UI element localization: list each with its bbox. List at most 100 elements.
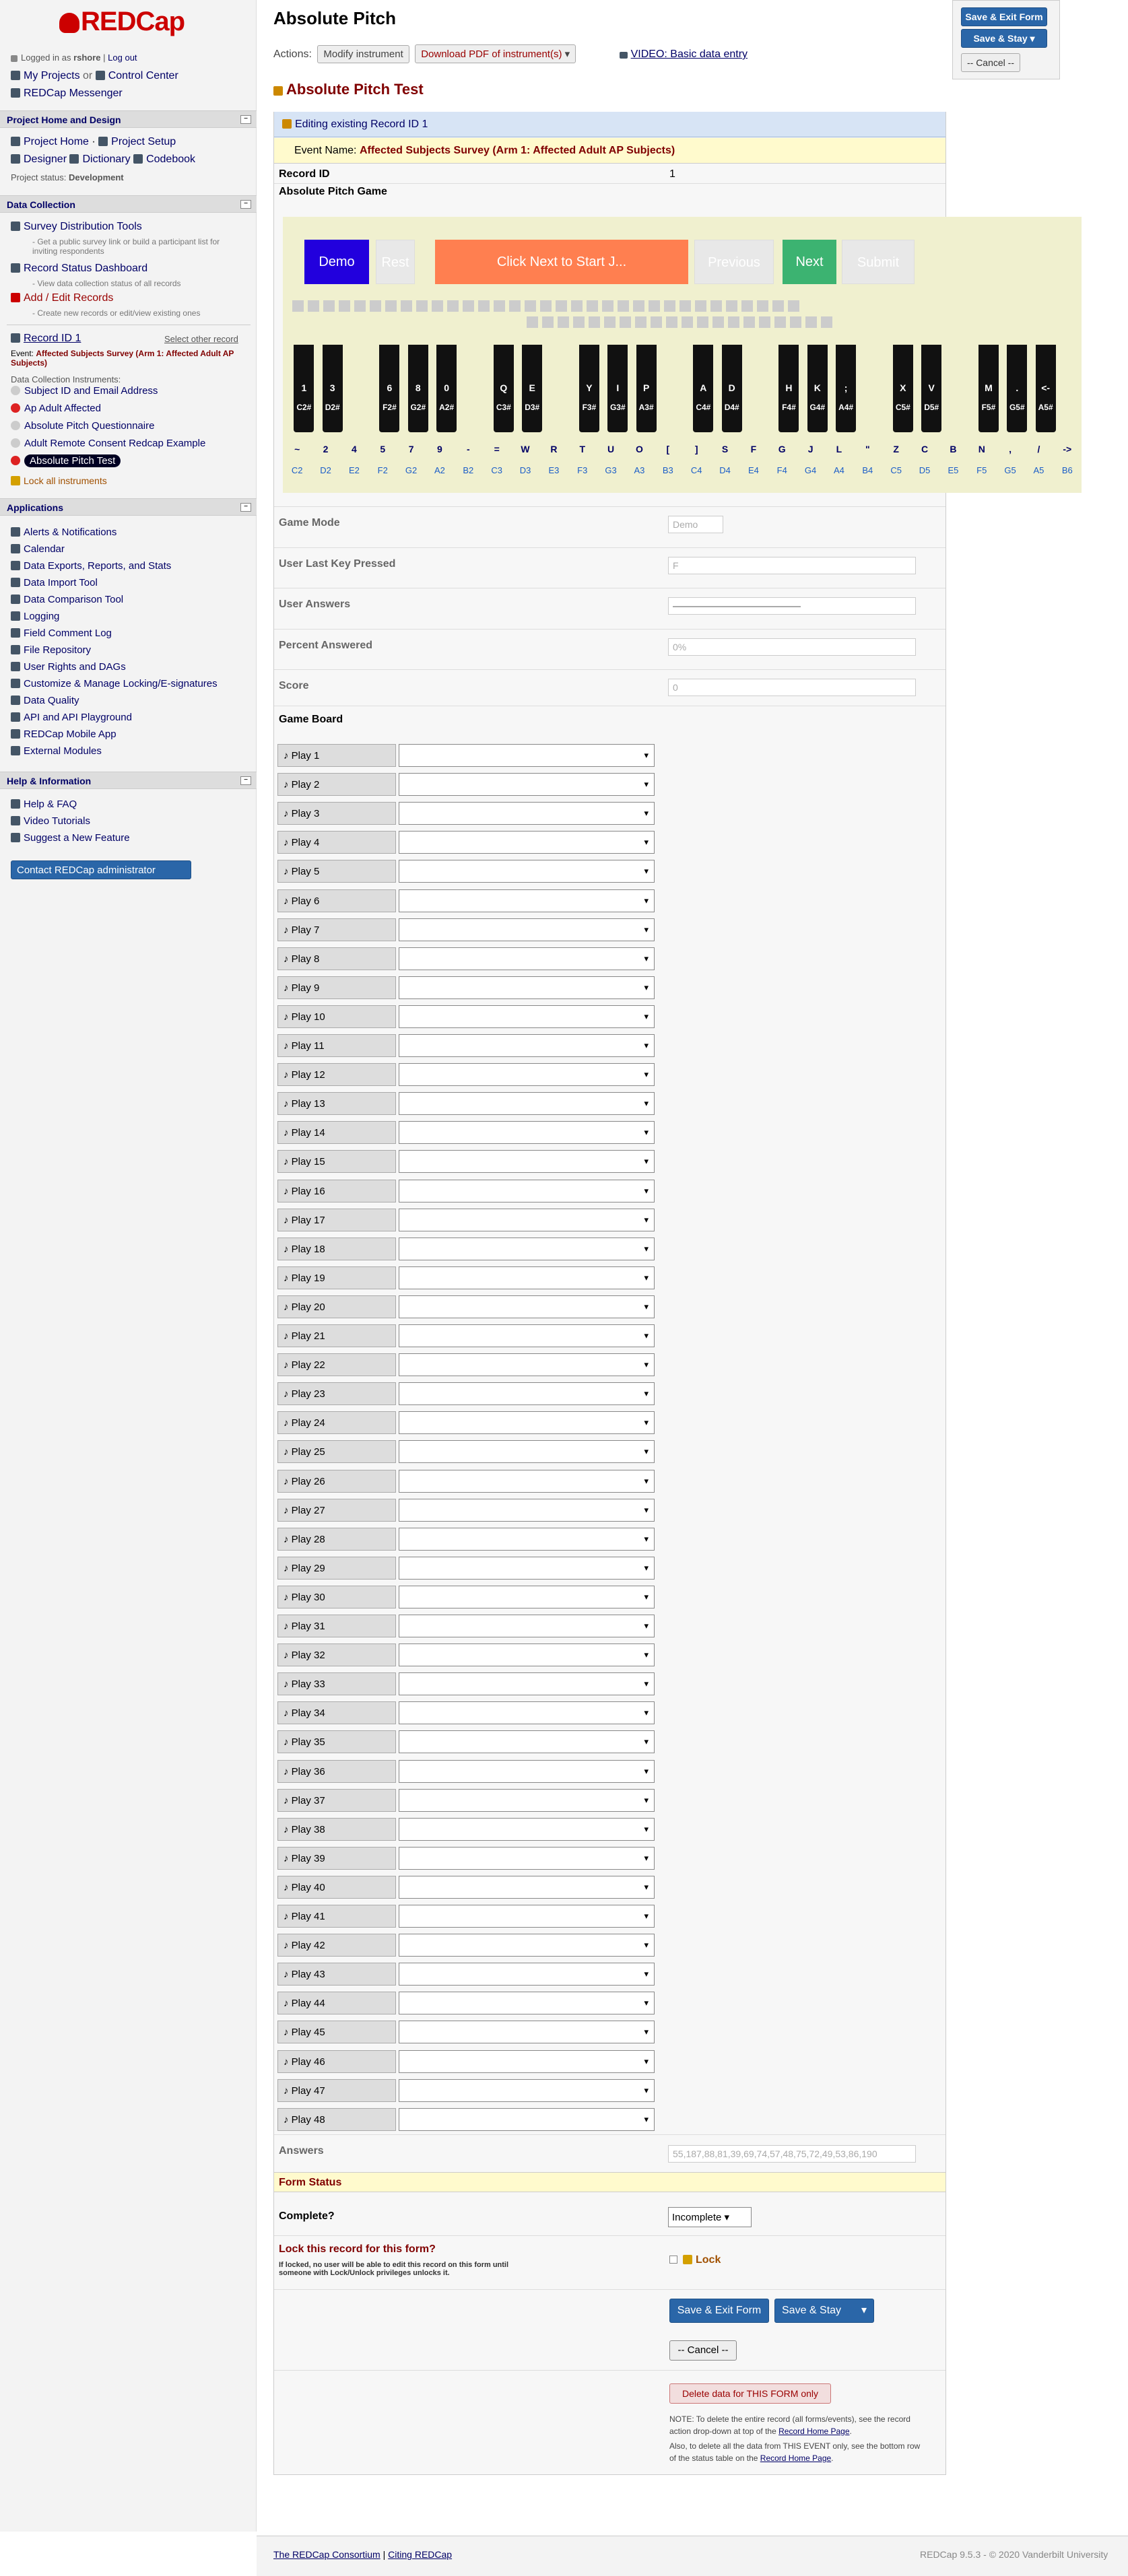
play-select[interactable]: ▾ [399,947,655,970]
play-select[interactable]: ▾ [399,1643,655,1667]
app-item[interactable]: Field Comment Log [11,628,112,639]
white-key-label[interactable]: B [948,444,958,454]
app-item[interactable]: Calendar [11,543,65,555]
project-home-link[interactable]: Project Home [24,136,89,147]
black-key[interactable]: D D4# [721,345,742,432]
app-item[interactable]: External Modules [11,745,102,757]
my-projects-link[interactable]: My Projects [24,70,80,81]
play-select[interactable]: ▾ [399,1179,655,1202]
submit-button[interactable]: Submit [842,240,915,284]
start-button[interactable]: Click Next to Start J... [435,240,688,284]
white-key-label[interactable]: [ [663,444,673,454]
play-select[interactable]: ▾ [399,1846,655,1870]
messenger-link[interactable]: REDCap Messenger [24,88,123,99]
black-key[interactable]: 8 G2# [407,345,428,432]
play-select[interactable]: ▾ [399,1788,655,1812]
play-button[interactable]: ♪ Play 45 [277,2021,396,2044]
white-key-label[interactable]: S [720,444,731,454]
play-select[interactable]: ▾ [399,1992,655,2015]
play-select[interactable]: ▾ [399,889,655,912]
white-key-label[interactable]: R [548,444,559,454]
field-input[interactable]: 0 [668,679,916,696]
app-item[interactable]: REDCap Mobile App [11,728,117,740]
play-select[interactable]: ▾ [399,1208,655,1231]
play-select[interactable]: ▾ [399,860,655,883]
play-select[interactable]: ▾ [399,1469,655,1493]
play-select[interactable]: ▾ [399,1440,655,1464]
play-select[interactable]: ▾ [399,1295,655,1318]
field-input[interactable]: 0% [668,638,916,656]
codebook-link[interactable]: Codebook [146,154,195,165]
black-key[interactable]: H F4# [778,345,799,432]
play-button[interactable]: ♪ Play 33 [277,1672,396,1696]
previous-button[interactable]: Previous [694,240,774,284]
play-select[interactable]: ▾ [399,2021,655,2044]
white-key-label[interactable]: F [748,444,759,454]
app-item[interactable]: Data Exports, Reports, and Stats [11,560,171,572]
white-key-label[interactable]: Z [891,444,902,454]
white-key-label[interactable]: O [634,444,644,454]
play-button[interactable]: ♪ Play 24 [277,1411,396,1435]
play-button[interactable]: ♪ Play 18 [277,1237,396,1260]
collapse-icon[interactable]: − [240,776,251,785]
play-select[interactable]: ▾ [399,1615,655,1637]
contact-admin-button[interactable]: Contact REDCap administrator [11,860,191,879]
survey-distribution-link[interactable]: Survey Distribution Tools [24,221,142,232]
rest-button[interactable]: Rest [376,240,415,284]
play-button[interactable]: ♪ Play 46 [277,2049,396,2073]
play-select[interactable]: ▾ [399,2049,655,2073]
app-item[interactable]: User Rights and DAGs [11,661,126,673]
play-select[interactable]: ▾ [399,1411,655,1435]
demo-button[interactable]: Demo [304,240,369,284]
white-key-label[interactable]: G [776,444,787,454]
white-key-label[interactable]: = [492,444,502,454]
play-button[interactable]: ♪ Play 29 [277,1556,396,1580]
lock-checkbox[interactable] [669,2256,677,2264]
project-setup-link[interactable]: Project Setup [111,136,176,147]
black-key[interactable]: Q C3# [493,345,514,432]
play-button[interactable]: ♪ Play 3 [277,802,396,825]
play-button[interactable]: ♪ Play 47 [277,2078,396,2102]
citing-link[interactable]: Citing REDCap [388,2549,452,2560]
record-id-link[interactable]: Record ID 1 [24,333,81,344]
play-select[interactable]: ▾ [399,1875,655,1899]
instrument-item[interactable]: Adult Remote Consent Redcap Example [11,438,205,449]
play-select[interactable]: ▾ [399,1701,655,1725]
play-select[interactable]: ▾ [399,802,655,825]
video-link[interactable]: VIDEO: Basic data entry [619,48,748,60]
play-button[interactable]: ♪ Play 12 [277,1063,396,1087]
save-exit-button[interactable]: Save & Exit Form [961,7,1047,26]
play-select[interactable]: ▾ [399,1266,655,1289]
white-key-label[interactable]: 9 [434,444,445,454]
black-key[interactable]: P A3# [636,345,657,432]
next-button[interactable]: Next [783,240,836,284]
save-stay-form-button[interactable]: Save & Stay ▾ [774,2299,874,2323]
white-key-label[interactable]: 2 [321,444,331,454]
white-key-label[interactable]: N [976,444,987,454]
dictionary-link[interactable]: Dictionary [82,154,130,165]
logout-link[interactable]: Log out [108,53,137,63]
play-select[interactable]: ▾ [399,1237,655,1260]
play-button[interactable]: ♪ Play 36 [277,1759,396,1783]
white-key-label[interactable]: 7 [406,444,417,454]
play-button[interactable]: ♪ Play 28 [277,1527,396,1551]
play-button[interactable]: ♪ Play 30 [277,1585,396,1608]
white-key-label[interactable]: / [1033,444,1044,454]
play-button[interactable]: ♪ Play 41 [277,1905,396,1928]
play-button[interactable]: ♪ Play 11 [277,1034,396,1057]
play-select[interactable]: ▾ [399,1382,655,1406]
delete-form-button[interactable]: Delete data for THIS FORM only [669,2383,831,2404]
play-button[interactable]: ♪ Play 2 [277,773,396,796]
white-key-label[interactable]: L [834,444,844,454]
answers-field[interactable]: 55,187,88,81,39,69,74,57,48,75,72,49,53,… [668,2145,916,2163]
save-exit-form-button[interactable]: Save & Exit Form [669,2299,769,2323]
play-select[interactable]: ▾ [399,918,655,941]
play-button[interactable]: ♪ Play 39 [277,1846,396,1870]
instrument-item[interactable]: Absolute Pitch Test [11,454,121,467]
record-home-link[interactable]: Record Home Page [760,2453,831,2463]
app-item[interactable]: Data Quality [11,695,79,706]
play-button[interactable]: ♪ Play 31 [277,1615,396,1637]
play-button[interactable]: ♪ Play 16 [277,1179,396,1202]
black-key[interactable]: M F5# [978,345,999,432]
white-key-label[interactable]: J [805,444,816,454]
